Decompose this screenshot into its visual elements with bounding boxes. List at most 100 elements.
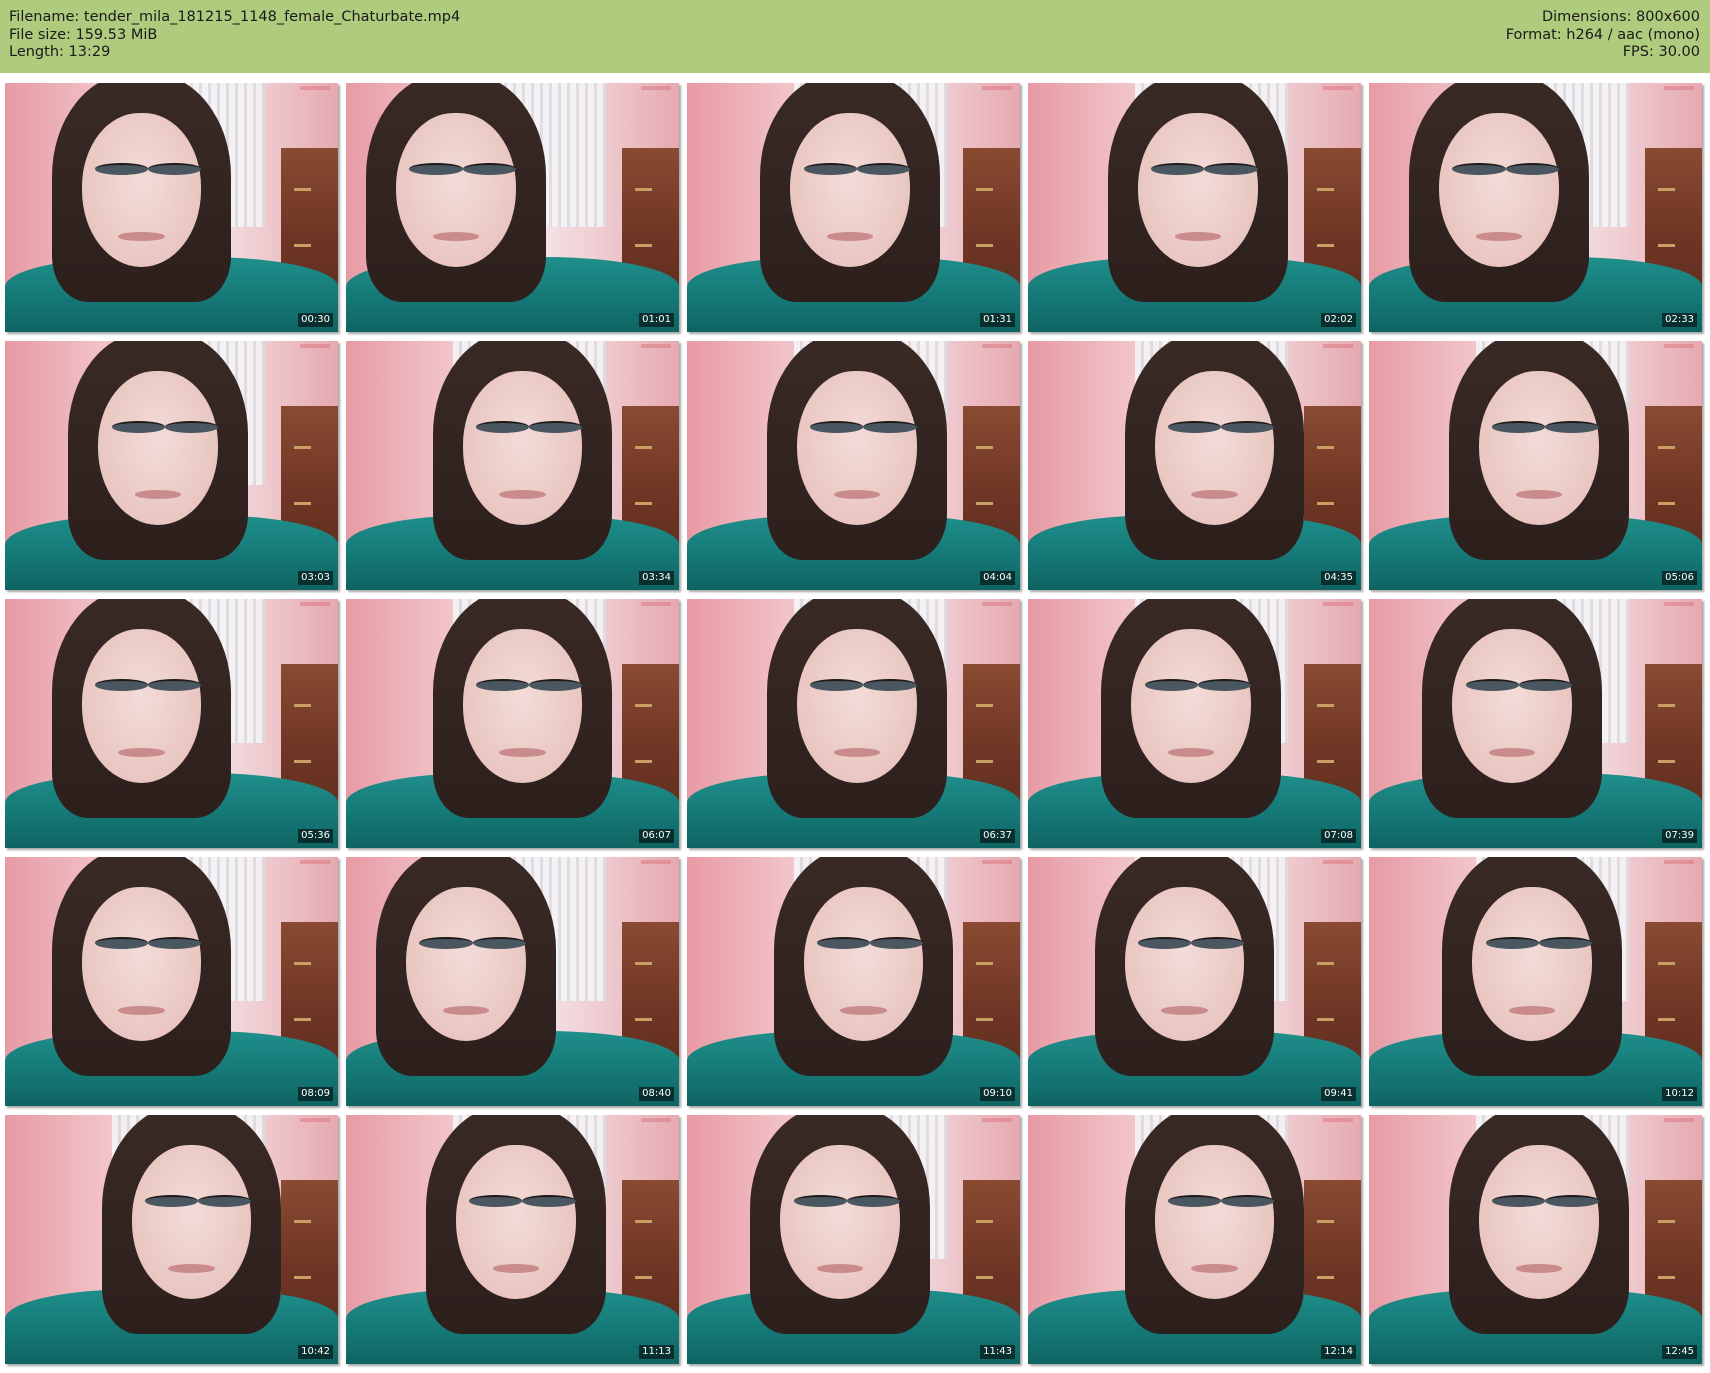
face <box>796 628 917 784</box>
video-thumbnail: 07:08 <box>1028 599 1361 848</box>
thumbnail-timestamp: 07:39 <box>1662 829 1697 843</box>
video-thumbnail: 04:35 <box>1028 341 1361 590</box>
eye <box>1221 420 1275 433</box>
filename-label: Filename: tender_mila_181215_1148_female… <box>9 9 461 25</box>
face <box>780 1144 901 1300</box>
eye <box>856 162 911 175</box>
face <box>1478 1144 1599 1300</box>
info-left: Filename: tender_mila_181215_1148_female… <box>9 9 460 62</box>
eye <box>810 678 864 691</box>
length-label: Length: 13:29 <box>9 44 111 60</box>
face <box>790 112 911 268</box>
lips <box>1161 1006 1208 1016</box>
eye <box>1485 936 1539 949</box>
video-thumbnail: 02:33 <box>1369 83 1702 332</box>
eye <box>870 936 924 949</box>
lips <box>1191 1264 1238 1274</box>
eye <box>1221 1194 1275 1207</box>
watermark <box>1323 344 1353 348</box>
face <box>1478 370 1599 526</box>
eye <box>148 678 202 691</box>
face <box>395 112 516 268</box>
eye <box>522 1194 576 1207</box>
face <box>1154 1144 1275 1300</box>
eye <box>462 162 516 175</box>
eye <box>810 420 864 433</box>
eye <box>863 420 917 433</box>
thumbnail-timestamp: 05:36 <box>298 829 333 843</box>
eye <box>1465 678 1519 691</box>
thumbnail-timestamp: 09:41 <box>1321 1087 1356 1101</box>
video-thumbnail: 05:36 <box>5 599 338 848</box>
video-thumbnail: 00:30 <box>5 83 338 332</box>
eye <box>419 936 473 949</box>
eye <box>94 678 149 691</box>
thumbnail-timestamp: 09:10 <box>980 1087 1015 1101</box>
eye <box>863 678 917 691</box>
thumbnail-timestamp: 03:34 <box>639 571 674 585</box>
eye <box>529 678 583 691</box>
watermark <box>300 860 330 864</box>
eye <box>198 1194 252 1207</box>
eye <box>793 1194 847 1207</box>
thumbnail-timestamp: 03:03 <box>298 571 333 585</box>
eye <box>1492 420 1546 433</box>
eye <box>1167 420 1222 433</box>
watermark <box>1664 1118 1694 1122</box>
thumbnail-timestamp: 08:09 <box>298 1087 333 1101</box>
watermark <box>641 602 671 606</box>
thumbnail-timestamp: 10:42 <box>298 1345 333 1359</box>
eye <box>94 936 149 949</box>
video-thumbnail: 09:10 <box>687 857 1020 1106</box>
lips <box>1191 490 1238 500</box>
eye <box>148 936 202 949</box>
video-thumbnail: 07:39 <box>1369 599 1702 848</box>
video-thumbnail: 10:12 <box>1369 857 1702 1106</box>
thumbnail-timestamp: 10:12 <box>1662 1087 1697 1101</box>
face <box>1452 628 1573 784</box>
face <box>803 886 924 1042</box>
eye <box>1151 162 1205 175</box>
face <box>462 370 583 526</box>
video-thumbnail: 11:13 <box>346 1115 679 1364</box>
video-thumbnail: 03:03 <box>5 341 338 590</box>
video-thumbnail: 10:42 <box>5 1115 338 1364</box>
eye <box>846 1194 901 1207</box>
eye <box>1538 936 1593 949</box>
eye <box>1505 162 1559 175</box>
dimensions-label: Dimensions: 800x600 <box>1541 9 1700 25</box>
eye <box>529 420 583 433</box>
eye <box>1545 1194 1599 1207</box>
eye <box>1167 1194 1222 1207</box>
thumbnail-timestamp: 07:08 <box>1321 829 1356 843</box>
eye <box>475 420 530 433</box>
thumbnail-timestamp: 08:40 <box>639 1087 674 1101</box>
video-thumbnail: 04:04 <box>687 341 1020 590</box>
thumbnail-timestamp: 01:01 <box>639 313 674 327</box>
contact-sheet: Filename: tender_mila_181215_1148_female… <box>0 0 1710 1373</box>
video-thumbnail: 11:43 <box>687 1115 1020 1364</box>
watermark <box>641 86 671 90</box>
eye <box>1545 420 1599 433</box>
video-thumbnail: 08:40 <box>346 857 679 1106</box>
eye <box>111 420 165 433</box>
video-thumbnail: 08:09 <box>5 857 338 1106</box>
watermark <box>1323 860 1353 864</box>
face <box>98 370 219 526</box>
face <box>1154 370 1275 526</box>
eye <box>148 162 202 175</box>
face <box>1438 112 1559 268</box>
thumbnail-timestamp: 02:02 <box>1321 313 1356 327</box>
video-thumbnail: 01:01 <box>346 83 679 332</box>
face <box>131 1144 252 1300</box>
info-right: Dimensions: 800x600 Format: h264 / aac (… <box>1506 9 1700 62</box>
lips <box>499 490 546 500</box>
eye <box>144 1194 199 1207</box>
watermark <box>1664 86 1694 90</box>
watermark <box>1323 1118 1353 1122</box>
watermark <box>300 602 330 606</box>
filesize-label: File size: 159.53 MiB <box>9 26 158 43</box>
watermark <box>1664 344 1694 348</box>
thumbnail-timestamp: 12:14 <box>1321 1345 1356 1359</box>
face <box>455 1144 576 1300</box>
